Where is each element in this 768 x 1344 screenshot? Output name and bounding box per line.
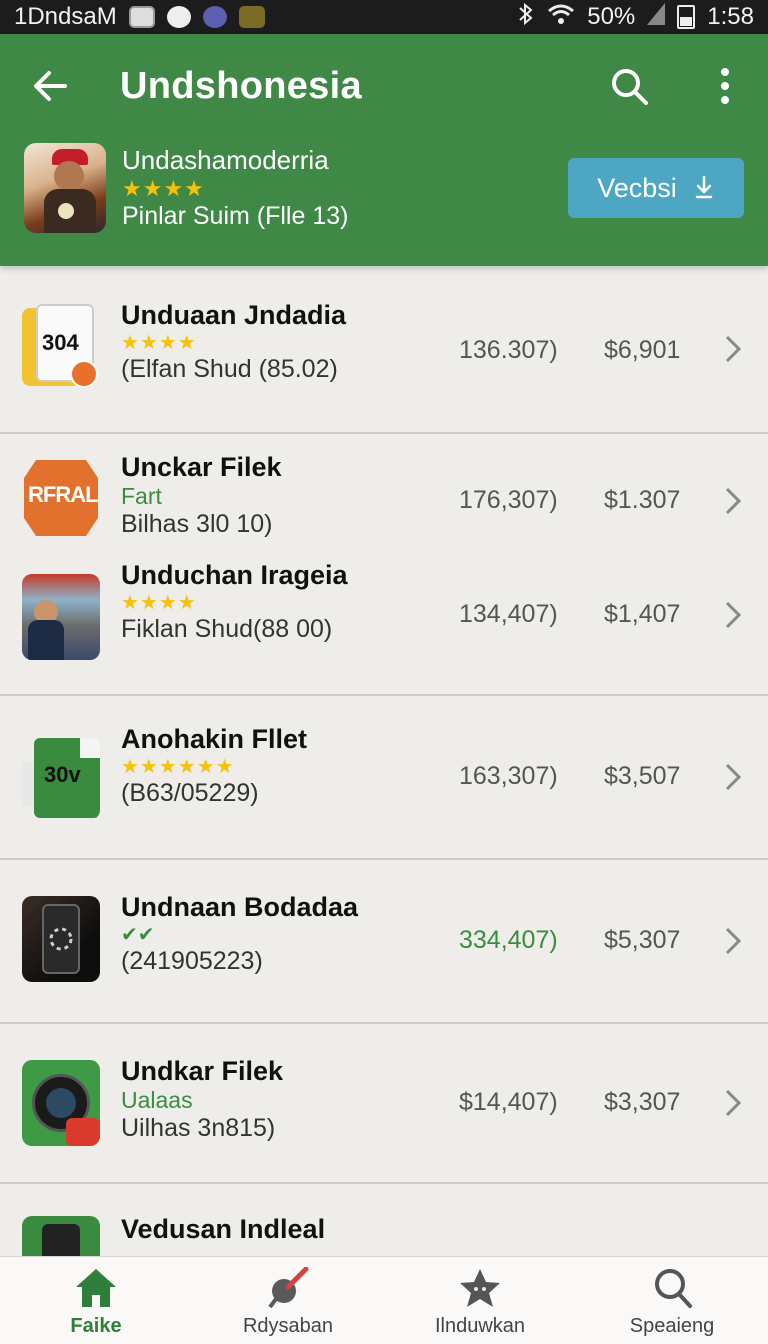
back-arrow-icon — [34, 71, 67, 101]
star-icon — [460, 1269, 500, 1307]
battery-icon — [677, 5, 696, 29]
bluetooth-icon — [517, 2, 535, 33]
item-subtitle: (241905223) — [121, 947, 263, 975]
carrier-label: 1DndsaM — [14, 3, 117, 30]
list-item[interactable]: Unduchan Iragеia ★★★★ Fiklan Shud(88 00)… — [0, 546, 768, 694]
clock: 1:58 — [707, 3, 754, 30]
item-name: Unckar Filek — [121, 452, 282, 482]
featured-app-name: Undashamoderria — [122, 145, 329, 175]
nav-tab-pin[interactable]: Rdysaban — [192, 1257, 384, 1344]
nav-tab-search[interactable]: Speaieng — [576, 1257, 768, 1344]
price: $6,901 — [604, 336, 681, 364]
item-subtitle: Fiklan Shud(88 00) — [121, 615, 333, 643]
more-vert-icon — [721, 68, 729, 104]
overflow-menu-button[interactable] — [702, 63, 748, 109]
list-item[interactable]: Undnaan Bodadaa ✔✔ (241905223) 334,407) … — [0, 860, 768, 1022]
item-name: Undnaan Bodadaa — [121, 892, 359, 922]
page-title: Undshonesia — [120, 64, 362, 107]
rating-checks: ✔✔ — [121, 924, 155, 946]
file-number-label: 30v — [44, 762, 81, 787]
phone-file-icon: 304 — [22, 304, 100, 390]
bottom-navigation: Faike Rdysaban Ilnduwkan Speaieng — [0, 1256, 768, 1344]
search-icon — [612, 69, 648, 105]
file-number-label: 304 — [42, 330, 79, 355]
item-tag: Fart — [121, 483, 162, 509]
home-icon — [76, 1269, 116, 1307]
nav-tab-home[interactable]: Faike — [0, 1257, 192, 1344]
item-subtitle: (B63/05229) — [121, 779, 259, 807]
chevron-right-icon — [725, 601, 742, 629]
item-name: Anohakin Fllet — [121, 724, 308, 754]
status-bar: 1DndsaM 50% 1:58 — [0, 0, 768, 34]
download-count: 176,307) — [459, 486, 558, 514]
item-subtitle: (Elfan Shud (85.02) — [121, 355, 338, 383]
search-button[interactable] — [606, 63, 652, 109]
wifi-icon — [547, 3, 575, 32]
rating-stars: ★★★★ — [121, 332, 197, 354]
battery-percent: 50% — [587, 3, 636, 30]
photo-thumbnail — [22, 574, 100, 660]
nav-label: Faike — [70, 1315, 122, 1337]
price: $1,407 — [604, 600, 681, 628]
notification-game-icon — [238, 6, 265, 28]
featured-rating-stars: ★★★★ — [122, 176, 205, 201]
notification-app-icon — [128, 6, 155, 28]
item-name: Vedusan Indleal — [121, 1214, 326, 1244]
rating-stars: ★★★★★★ — [121, 756, 235, 778]
version-button[interactable]: Vecbsi — [568, 158, 744, 218]
version-button-label: Vecbsi — [597, 172, 677, 203]
camera-icon — [22, 1060, 100, 1146]
nav-label: Speaieng — [629, 1315, 715, 1337]
price: $1.307 — [604, 486, 681, 514]
notification-owl-icon — [166, 6, 191, 28]
price: $3,307 — [604, 1088, 681, 1116]
item-subtitle: Uilhas 3n815) — [121, 1114, 276, 1142]
list-item[interactable]: 30v Anohakin Fllet ★★★★★★ (B63/05229) 16… — [0, 696, 768, 858]
price: $3,507 — [604, 762, 681, 790]
phone-loading-icon — [22, 896, 100, 982]
list-item[interactable]: 304 Unduaan Jndadia ★★★★ (Elfan Shud (85… — [0, 266, 768, 432]
chevron-right-icon — [725, 763, 742, 791]
item-name: Unduchan Iragеia — [121, 560, 348, 590]
download-count: $14,407) — [459, 1088, 558, 1116]
download-count: 136.307) — [459, 336, 558, 364]
chevron-right-icon — [725, 1089, 742, 1117]
item-name: Unduaan Jndadia — [121, 300, 347, 330]
featured-app[interactable]: Undashamoderria ★★★★ Pinlar Suim (Flle 1… — [0, 138, 768, 238]
badge-icon: RFRAL — [22, 456, 100, 542]
item-subtitle: Bilhas 3l0 10) — [121, 510, 273, 538]
item-name: Undkar Filek — [121, 1056, 284, 1086]
pin-icon — [268, 1267, 309, 1309]
download-count: 134,407) — [459, 600, 558, 628]
nav-tab-star[interactable]: Ilnduwkan — [384, 1257, 576, 1344]
search-icon — [655, 1269, 692, 1308]
download-count: 163,307) — [459, 762, 558, 790]
phone-icon — [22, 1216, 100, 1256]
list-item[interactable]: Undkar Filek Ualaas Uilhas 3n815) $14,40… — [0, 1024, 768, 1182]
back-button[interactable] — [30, 66, 70, 106]
item-tag: Ualaas — [121, 1087, 193, 1113]
list-item[interactable]: RFRAL Unckar Filek Fart Bilhas 3l0 10) 1… — [0, 434, 768, 546]
featured-app-thumbnail — [24, 143, 106, 233]
rating-stars: ★★★★ — [121, 592, 197, 614]
app-header: Undshonesia Undashamoderria ★★★★ Pinlar … — [0, 34, 768, 266]
chevron-right-icon — [725, 487, 742, 515]
notification-moon-icon — [202, 6, 227, 28]
list-item[interactable]: Vedusan Indleal — [0, 1184, 768, 1256]
price: $5,307 — [604, 926, 681, 954]
chevron-right-icon — [725, 335, 742, 363]
download-count: 334,407) — [459, 926, 558, 954]
mic-icon — [695, 175, 713, 199]
nav-label: Ilnduwkan — [434, 1315, 526, 1337]
chevron-right-icon — [725, 927, 742, 955]
badge-label: RFRAL — [28, 482, 99, 507]
app-list: 304 Unduaan Jndadia ★★★★ (Elfan Shud (85… — [0, 266, 768, 1256]
nav-label: Rdysaban — [242, 1315, 334, 1337]
featured-app-subtitle: Pinlar Suim (Flle 13) — [122, 202, 349, 230]
green-file-icon: 30v — [22, 734, 100, 820]
signal-icon — [647, 2, 666, 32]
